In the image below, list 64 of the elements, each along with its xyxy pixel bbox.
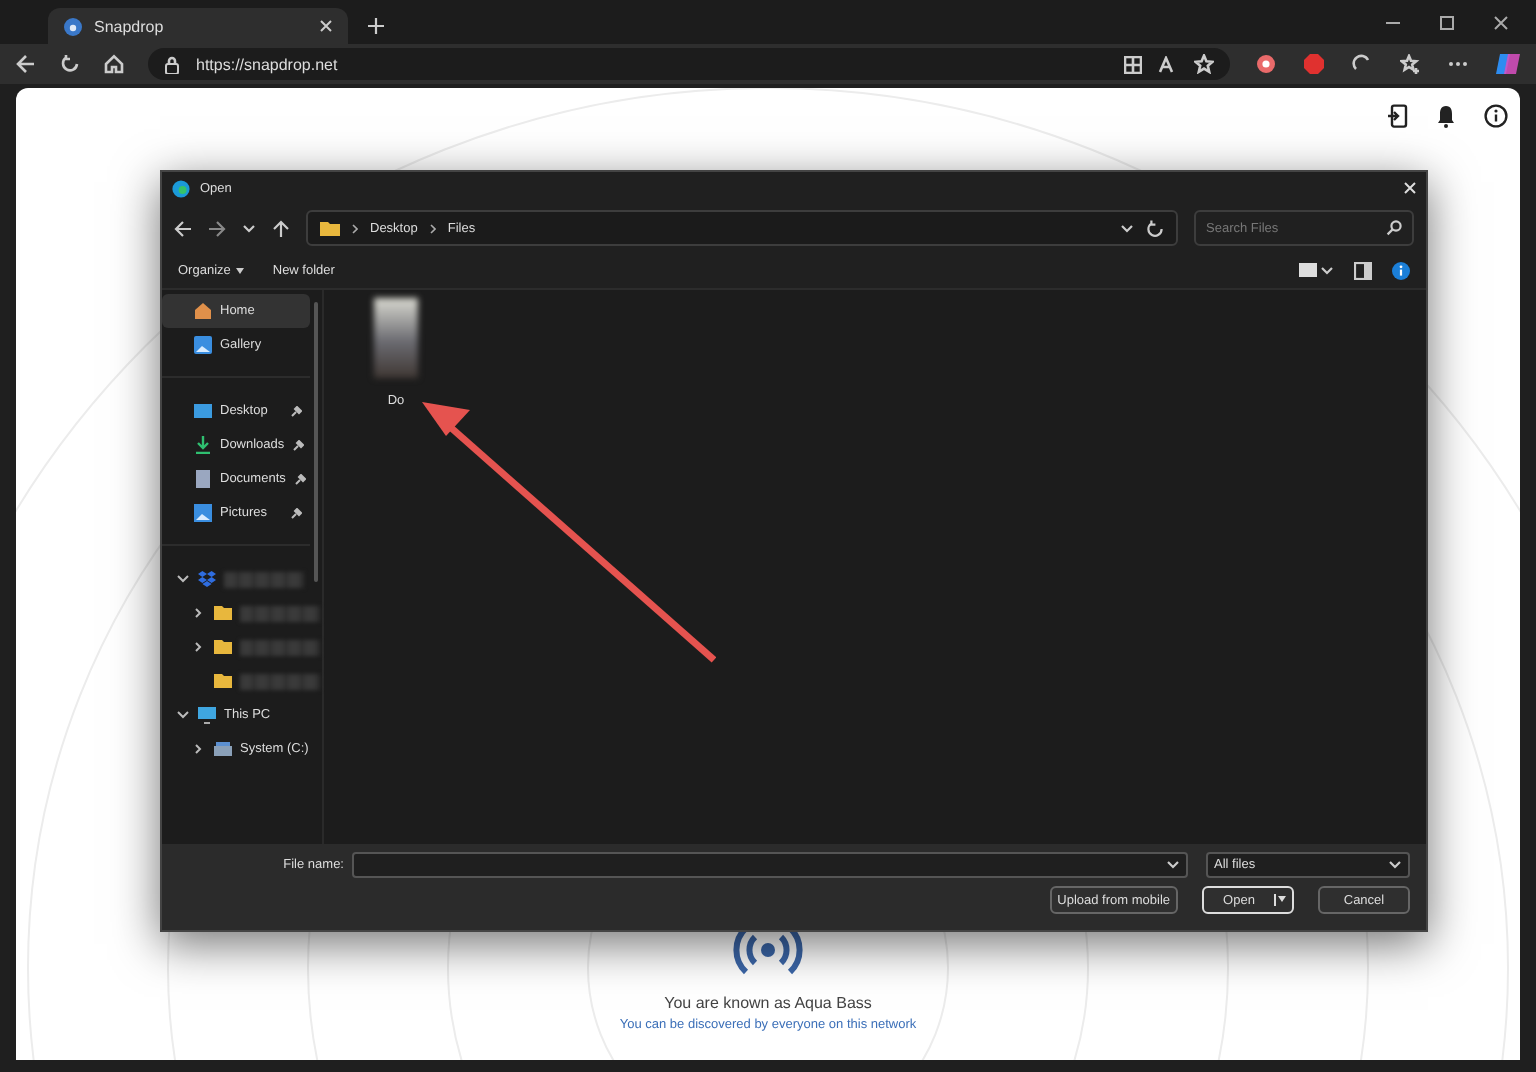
blurred-label [240, 639, 320, 655]
document-icon [194, 470, 212, 488]
pin-icon [292, 439, 305, 451]
back-arrow-icon[interactable] [16, 54, 36, 74]
search-icon [1386, 220, 1402, 236]
chevron-right-icon[interactable] [192, 642, 206, 652]
download-icon [194, 436, 212, 454]
favorite-star-icon [1194, 54, 1214, 74]
split-screen-icon [1124, 55, 1142, 73]
chevron-right-icon [429, 223, 436, 233]
pin-icon [290, 405, 302, 417]
notification-bell-icon[interactable] [1436, 104, 1456, 128]
pin-icon [290, 507, 302, 519]
chevron-right-icon[interactable] [192, 744, 206, 754]
app-icon [172, 179, 190, 197]
address-bar[interactable]: https://snapdrop.net [148, 48, 1230, 80]
chevron-down-icon [1120, 223, 1134, 233]
up-arrow-icon[interactable] [272, 219, 290, 237]
device-name-text: You are known as Aqua Bass [664, 994, 872, 1012]
blurred-label [224, 571, 304, 587]
favorites-icon[interactable] [1400, 54, 1420, 74]
browser-tab[interactable]: Snapdrop [48, 8, 348, 44]
caret-icon [1278, 896, 1286, 902]
maximize-icon[interactable] [1440, 15, 1454, 29]
pin-icon [293, 473, 306, 485]
refresh-icon[interactable] [60, 54, 80, 74]
chevron-down-icon[interactable] [242, 223, 256, 233]
caret-icon [236, 267, 245, 273]
new-tab-plus-icon[interactable] [368, 18, 384, 34]
close-icon[interactable] [1494, 15, 1508, 29]
file-name-field[interactable] [352, 852, 1188, 878]
folder-icon [320, 220, 340, 236]
preview-pane-icon[interactable] [1354, 261, 1372, 279]
blurred-label [240, 673, 320, 689]
chevron-down-icon [1388, 860, 1402, 870]
help-icon[interactable] [1392, 261, 1410, 279]
chevron-down-icon[interactable] [176, 574, 190, 584]
blurred-label [240, 605, 320, 621]
gallery-icon [194, 336, 212, 354]
more-icon[interactable] [1448, 60, 1468, 68]
blurred-thumbnail [374, 298, 418, 378]
refresh-icon[interactable] [1146, 219, 1164, 237]
home-icon [194, 302, 212, 320]
chevron-down-icon[interactable] [176, 710, 190, 720]
chevron-down-icon [1166, 860, 1180, 870]
cloud-storage-icon [198, 570, 216, 588]
drive-icon [214, 740, 232, 758]
desktop-icon [194, 402, 212, 420]
chevron-right-icon[interactable] [192, 608, 206, 618]
back-arrow-icon[interactable] [174, 219, 192, 237]
computer-icon [198, 706, 216, 724]
site-icon [64, 17, 82, 35]
close-icon[interactable] [320, 20, 332, 32]
forward-arrow-icon[interactable] [208, 219, 226, 237]
info-icon[interactable] [1484, 104, 1508, 128]
extension-icon[interactable] [1256, 54, 1276, 74]
chevron-right-icon [352, 223, 358, 233]
picture-icon [194, 504, 212, 522]
scrollbar-thumb[interactable] [314, 302, 318, 582]
lock-icon [164, 55, 180, 73]
home-icon[interactable] [104, 54, 124, 74]
view-options-icon[interactable] [1298, 262, 1334, 278]
phone-pair-icon[interactable] [1388, 104, 1408, 128]
read-aloud-icon [1158, 55, 1178, 73]
